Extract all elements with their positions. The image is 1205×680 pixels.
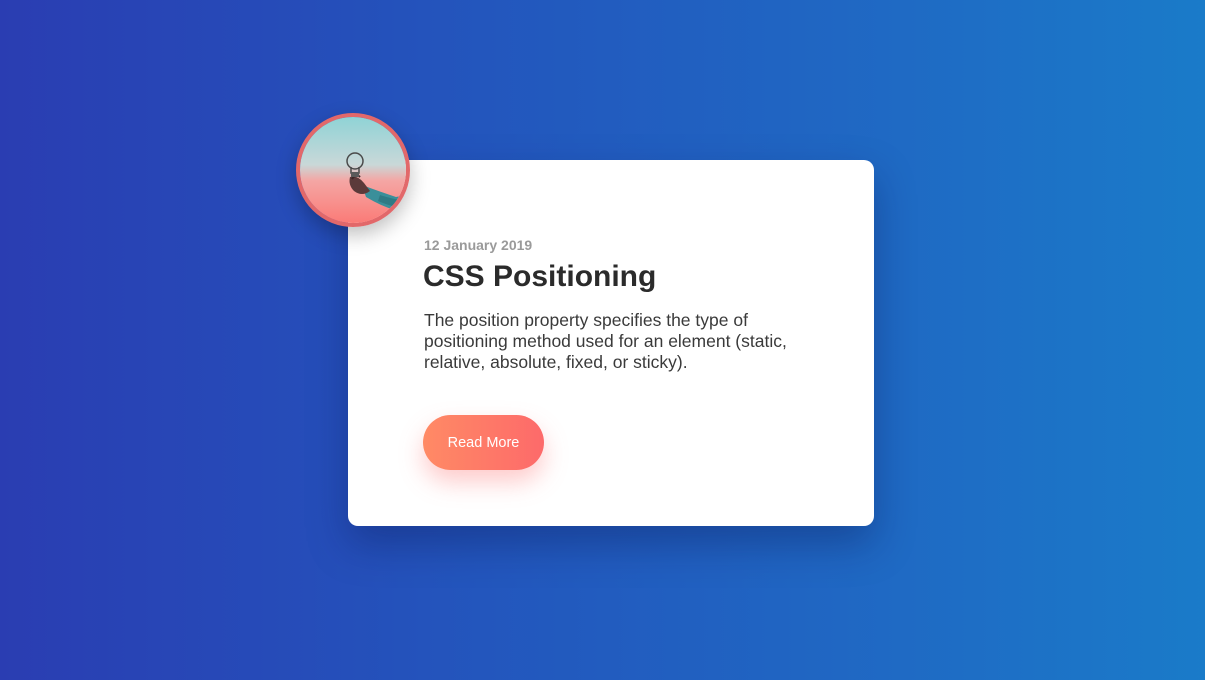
post-title: CSS Positioning xyxy=(423,260,657,293)
post-date: 12 January 2019 xyxy=(424,237,533,253)
post-description: The position property specifies the type… xyxy=(424,310,787,372)
lightbulb-photo-icon xyxy=(300,117,406,223)
blog-card: 12 January 2019 CSS Positioning The posi… xyxy=(348,160,874,526)
read-more-button[interactable]: Read More xyxy=(423,415,544,470)
post-thumbnail xyxy=(296,113,410,227)
